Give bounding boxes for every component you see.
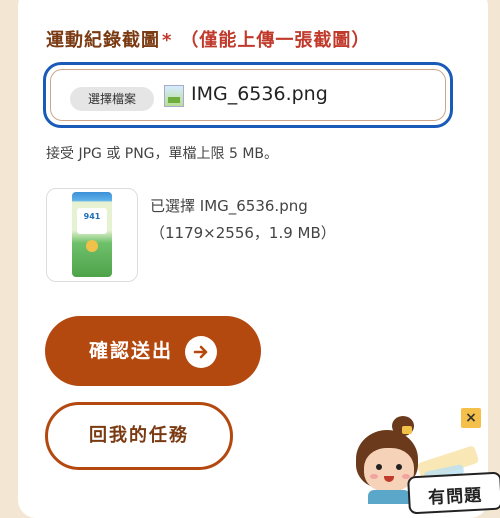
arrow-right-icon (185, 336, 217, 368)
preview-thumb-text: 941 (83, 212, 101, 221)
helper-avatar (364, 448, 414, 492)
field-note: （僅能上傳一張截圖） (180, 30, 371, 51)
selected-file-meta: （1179×2556，1.9 MB） (150, 224, 336, 242)
back-button-label: 回我的任務 (89, 425, 189, 446)
selected-file-line: 已選擇 IMG_6536.png (150, 197, 308, 215)
field-label-row: 運動紀錄截圖 * （僅能上傳一張截圖） (46, 26, 370, 52)
file-image-icon (164, 85, 184, 107)
help-bubble[interactable]: 有問題 (407, 471, 500, 515)
preview-thumbnail: 941 (46, 188, 138, 282)
help-widget[interactable]: 有問題 (352, 412, 500, 515)
submit-button-label: 確認送出 (89, 340, 174, 362)
choose-file-button[interactable]: 選擇檔案 (70, 87, 154, 111)
file-input[interactable]: 選擇檔案 IMG_6536.png (43, 62, 453, 128)
help-bubble-label: 有問題 (427, 485, 483, 509)
preview-image: 941 (72, 192, 112, 277)
back-to-tasks-button[interactable]: 回我的任務 (45, 402, 233, 470)
required-mark: * (162, 30, 173, 51)
selected-file-name: IMG_6536.png (191, 83, 328, 105)
submit-button[interactable]: 確認送出 (45, 316, 261, 386)
upload-hint: 接受 JPG 或 PNG，單檔上限 5 MB。 (46, 146, 279, 162)
selected-file-info: 已選擇 IMG_6536.png （1179×2556，1.9 MB） (150, 193, 336, 247)
field-label: 運動紀錄截圖 (46, 30, 160, 51)
